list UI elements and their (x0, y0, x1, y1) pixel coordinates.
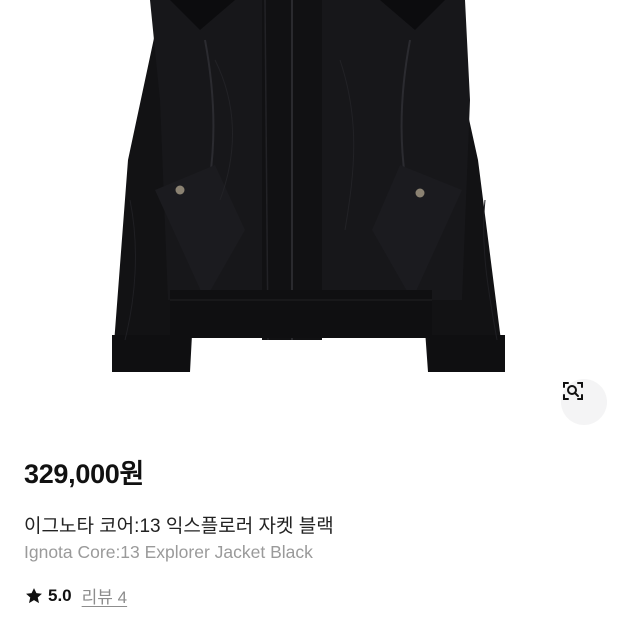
star-icon (26, 587, 42, 603)
image-search-button[interactable] (561, 379, 607, 425)
rating-row: 5.0 리뷰 4 (24, 583, 127, 608)
review-count-link[interactable]: 리뷰 4 (82, 583, 127, 608)
product-image[interactable] (0, 0, 620, 430)
product-price: 329,000원 (24, 459, 145, 489)
jacket-photo (112, 0, 505, 372)
rating-value: 5.0 (48, 585, 72, 605)
product-title-english: Ignota Core:13 Explorer Jacket Black (24, 542, 313, 562)
lens-search-icon (563, 382, 583, 400)
product-title-korean: 이그노타 코어:13 익스플로러 자켓 블랙 (24, 516, 334, 537)
